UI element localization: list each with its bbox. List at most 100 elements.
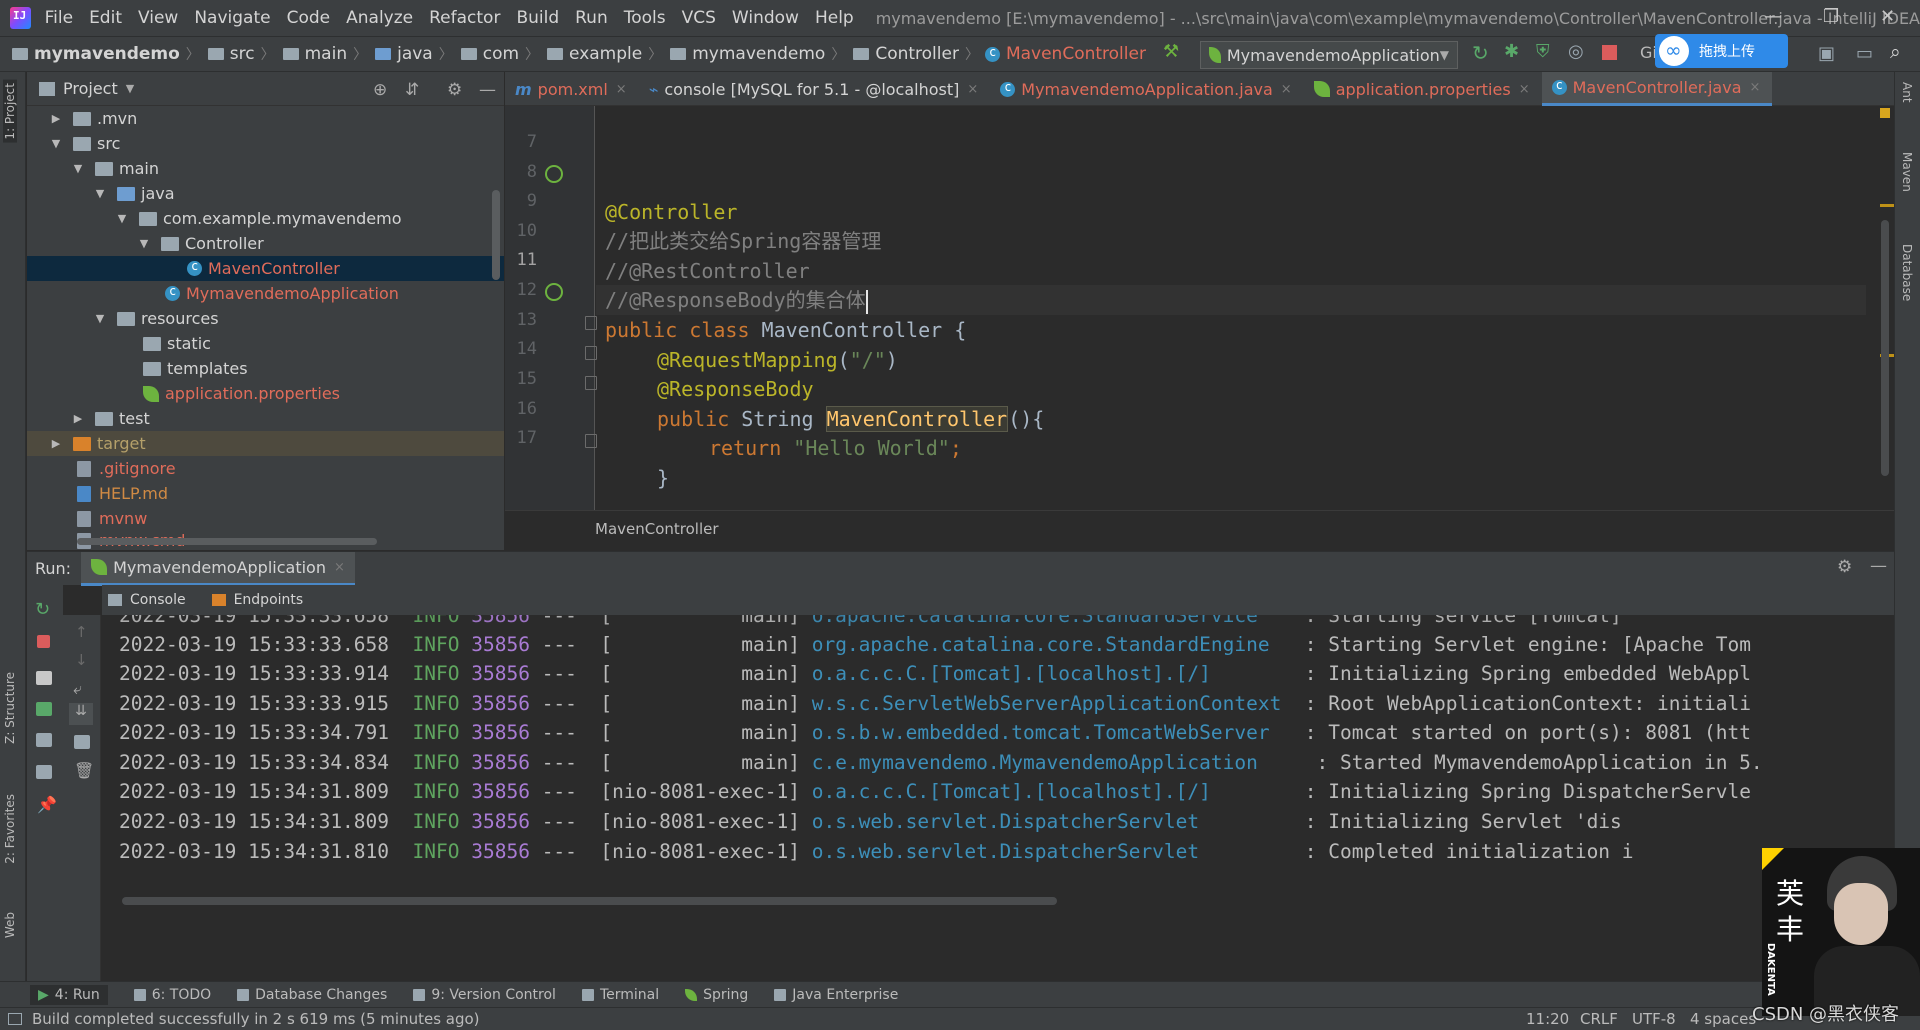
fold-icon[interactable] bbox=[585, 376, 597, 390]
breadcrumb-example[interactable]: example 〉 bbox=[545, 44, 668, 64]
code-line-11[interactable]: //@ResponseBody的集合体 bbox=[596, 285, 1866, 315]
breadcrumb-src[interactable]: src 〉 bbox=[206, 44, 281, 64]
tab-mavencontroller[interactable]: MavenController.java× bbox=[1541, 72, 1773, 106]
structure-tool-tab[interactable]: Z: Structure bbox=[3, 672, 17, 744]
rerun-icon[interactable]: ↻ bbox=[35, 599, 50, 620]
project-tool-tab[interactable]: 1: Project bbox=[3, 80, 17, 143]
project-vertical-scrollbar[interactable] bbox=[492, 190, 500, 280]
hide-panel-icon[interactable]: — bbox=[1870, 556, 1887, 576]
tree-item-src[interactable]: ▼ src bbox=[27, 131, 504, 156]
hammer-build-icon[interactable]: ⚒ bbox=[1163, 41, 1181, 62]
code-line-16[interactable]: return "Hello World"; bbox=[709, 433, 962, 463]
tab-application-properties[interactable]: application.properties × bbox=[1304, 72, 1542, 106]
status-message[interactable]: Build completed successfully in 2 s 619 … bbox=[32, 1010, 480, 1028]
fold-icon[interactable] bbox=[585, 346, 597, 360]
breadcrumb-mavencontroller[interactable]: MavenController bbox=[984, 44, 1146, 64]
camera-dump-icon[interactable] bbox=[36, 671, 52, 685]
database-tool-tab[interactable]: Database bbox=[1900, 244, 1914, 301]
tool-tab-terminal[interactable]: Terminal bbox=[581, 987, 659, 1003]
tree-item-help-md[interactable]: HELP.md bbox=[27, 481, 504, 506]
code-line-15[interactable]: public String MavenController(){ bbox=[657, 404, 1044, 434]
close-tab-icon[interactable]: × bbox=[334, 560, 345, 575]
profiler-icon[interactable]: ◎ bbox=[1568, 41, 1586, 62]
stop-icon[interactable] bbox=[1602, 45, 1617, 60]
menu-analyze[interactable]: Analyze bbox=[346, 8, 413, 28]
editor-vertical-scrollbar[interactable] bbox=[1881, 220, 1889, 476]
gear-icon[interactable]: ⚙ bbox=[447, 80, 462, 100]
spring-bean-gutter-icon[interactable] bbox=[545, 283, 563, 301]
breadcrumb-controller[interactable]: Controller 〉 bbox=[851, 44, 985, 64]
indent-setting[interactable]: 4 spaces bbox=[1690, 1010, 1756, 1028]
warning-marker[interactable] bbox=[1880, 204, 1894, 207]
close-tab-icon[interactable]: × bbox=[616, 82, 627, 97]
menu-window[interactable]: Window bbox=[732, 8, 799, 28]
tab-console-mysql[interactable]: ⌁ console [MySQL for 5.1 - @localhost] × bbox=[639, 72, 991, 106]
menu-navigate[interactable]: Navigate bbox=[194, 8, 270, 28]
spring-bean-gutter-icon[interactable] bbox=[545, 165, 563, 183]
coverage-icon[interactable]: ⛨ bbox=[1536, 41, 1554, 62]
upload-button[interactable]: 拖拽上传 bbox=[1655, 34, 1788, 68]
breadcrumb-com[interactable]: com 〉 bbox=[459, 44, 545, 64]
scroll-to-end-icon[interactable]: ⇊ bbox=[69, 703, 93, 725]
web-tool-tab[interactable]: Web bbox=[3, 912, 17, 938]
minimize-button[interactable]: — bbox=[1764, 6, 1782, 27]
menu-vcs[interactable]: VCS bbox=[682, 8, 716, 28]
tree-item-target[interactable]: ▶ target bbox=[27, 431, 504, 456]
menu-help[interactable]: Help bbox=[815, 8, 854, 28]
event-log-icon[interactable] bbox=[8, 1013, 22, 1025]
tool-tab-database-changes[interactable]: Database Changes bbox=[237, 987, 387, 1003]
hide-panel-icon[interactable]: — bbox=[479, 80, 496, 100]
tool-tab-run[interactable]: ▶ 4: Run bbox=[30, 984, 108, 1005]
editor-footer-crumb[interactable]: MavenController bbox=[595, 520, 719, 538]
search-icon[interactable]: ⌕ bbox=[1890, 41, 1908, 63]
pin-icon[interactable]: 📌 bbox=[37, 795, 57, 814]
project-view-select[interactable]: Project bbox=[63, 79, 118, 98]
fold-icon[interactable] bbox=[585, 434, 597, 448]
tree-item-application-properties[interactable]: application.properties bbox=[27, 381, 504, 406]
restore-button[interactable]: ❐ bbox=[1823, 6, 1839, 27]
maven-tool-tab[interactable]: Maven bbox=[1900, 152, 1914, 192]
tree-item-test[interactable]: ▶ test bbox=[27, 406, 504, 431]
tree-item-resources[interactable]: ▼ resources bbox=[27, 306, 504, 331]
tree-item-package[interactable]: ▼ com.example.mymavendemo bbox=[27, 206, 504, 231]
code-line-17[interactable]: } bbox=[657, 463, 669, 493]
close-tab-icon[interactable]: × bbox=[967, 82, 978, 97]
tree-item-mvn[interactable]: ▶ .mvn bbox=[27, 106, 504, 131]
debug-bug-icon[interactable] bbox=[36, 702, 52, 716]
layout-icon[interactable] bbox=[36, 765, 52, 779]
console-output[interactable]: 2022-03-19 15:33:33.658 INFO 35856 --- [… bbox=[102, 615, 1894, 981]
run-tab-mymavendemoapplication[interactable]: MymavendemoApplication × bbox=[81, 551, 355, 586]
file-encoding[interactable]: UTF-8 bbox=[1632, 1010, 1676, 1028]
menu-refactor[interactable]: Refactor bbox=[429, 8, 500, 28]
breadcrumb-main[interactable]: main 〉 bbox=[281, 44, 373, 64]
tool-tab-java-enterprise[interactable]: Java Enterprise bbox=[774, 987, 898, 1003]
project-structure-icon[interactable]: ▣ bbox=[1818, 43, 1836, 64]
code-line-9[interactable]: //把此类交给Spring容器管理 bbox=[605, 226, 881, 256]
close-window-button[interactable]: ✕ bbox=[1880, 6, 1895, 27]
fold-icon[interactable] bbox=[585, 316, 597, 330]
tree-item-controller-folder[interactable]: ▼ Controller bbox=[27, 231, 504, 256]
chevron-down-icon[interactable]: ▼ bbox=[126, 82, 134, 95]
favorites-tool-tab[interactable]: 2: Favorites bbox=[3, 794, 17, 864]
tree-item-gitignore[interactable]: .gitignore bbox=[27, 456, 504, 481]
tab-mymavendemoapplication[interactable]: MymavendemoApplication.java× bbox=[990, 72, 1303, 106]
menu-tools[interactable]: Tools bbox=[624, 8, 666, 28]
arrow-down-icon[interactable]: ↓ bbox=[75, 651, 88, 669]
project-horizontal-scrollbar[interactable] bbox=[77, 538, 377, 545]
code-line-12[interactable]: public class MavenController { bbox=[605, 315, 966, 345]
tree-item-java[interactable]: ▼ java bbox=[27, 181, 504, 206]
tool-tab-spring[interactable]: Spring bbox=[685, 987, 748, 1003]
stop-icon[interactable] bbox=[37, 635, 50, 648]
run-configuration-select[interactable]: MymavendemoApplication ▼ bbox=[1200, 41, 1458, 69]
menu-code[interactable]: Code bbox=[287, 8, 331, 28]
soft-wrap-icon[interactable]: ⤶ bbox=[73, 679, 82, 699]
menu-view[interactable]: View bbox=[138, 8, 178, 28]
line-separator[interactable]: CRLF bbox=[1580, 1010, 1618, 1028]
tab-pom-xml[interactable]: m pom.xml × bbox=[505, 72, 639, 106]
menu-file[interactable]: File bbox=[45, 8, 73, 28]
collapse-all-icon[interactable]: ⇵ bbox=[405, 80, 419, 100]
console-horizontal-scrollbar[interactable] bbox=[122, 897, 1057, 905]
inspection-warning-icon[interactable] bbox=[1880, 108, 1890, 118]
breadcrumb-mymavendemo[interactable]: mymavendemo 〉 bbox=[668, 44, 851, 64]
menu-build[interactable]: Build bbox=[516, 8, 559, 28]
